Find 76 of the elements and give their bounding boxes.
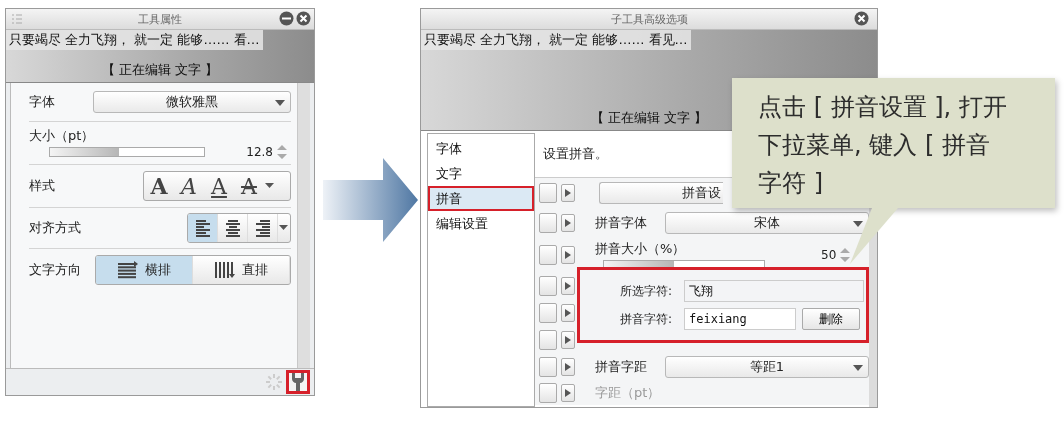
expand-button[interactable] bbox=[561, 276, 575, 295]
ruby-spacing-label: 拼音字距 bbox=[595, 358, 648, 376]
callout-text: 点击 [ 拼音设置 ], 打开下拉菜单, 键入 [ 拼音字符 ] bbox=[758, 92, 1008, 199]
size-label: 大小（pt） bbox=[29, 127, 96, 145]
ruby-font-label: 拼音字体 bbox=[595, 214, 648, 232]
expand-button[interactable] bbox=[561, 330, 575, 349]
checkbox[interactable] bbox=[539, 275, 557, 296]
font-label: 字体 bbox=[29, 93, 55, 111]
play-icon bbox=[565, 189, 571, 197]
align-left-button[interactable] bbox=[188, 214, 218, 242]
window-title: 工具属性 bbox=[138, 11, 182, 27]
expand-button[interactable] bbox=[561, 303, 575, 322]
close-icon[interactable] bbox=[296, 11, 311, 26]
ruby-chars-field[interactable]: feixiang bbox=[684, 308, 796, 330]
direction-label: 文字方向 bbox=[29, 261, 81, 279]
delete-button[interactable]: 删除 bbox=[802, 308, 860, 330]
horizontal-text-button[interactable]: 横排 bbox=[96, 256, 193, 284]
horizontal-lines-icon bbox=[117, 261, 139, 279]
ruby-chars-label: 拼音字符: bbox=[620, 310, 674, 328]
ruby-settings-button[interactable]: 拼音设 bbox=[599, 182, 723, 204]
editing-caption: 【 正在编辑 文字 】 bbox=[101, 61, 219, 79]
ruby-size-value: 50 bbox=[821, 248, 837, 262]
ruby-font-dropdown[interactable]: 宋体 bbox=[665, 212, 869, 234]
ruby-spacing-dropdown[interactable]: 等距1 bbox=[665, 356, 869, 378]
align-icon bbox=[224, 219, 241, 237]
selected-chars-field[interactable]: 飞翔 bbox=[684, 280, 864, 302]
minimize-icon[interactable] bbox=[279, 11, 294, 26]
checkbox[interactable] bbox=[539, 302, 557, 323]
align-icon bbox=[254, 219, 271, 237]
size-value: 12.8 bbox=[246, 145, 273, 159]
close-icon[interactable] bbox=[854, 11, 869, 26]
play-icon bbox=[565, 251, 571, 259]
expand-button[interactable] bbox=[561, 358, 575, 376]
checkbox[interactable] bbox=[539, 329, 557, 350]
play-icon bbox=[565, 219, 571, 227]
font-dropdown[interactable]: 微软雅黑 bbox=[93, 91, 291, 113]
category-item[interactable]: 拼音 bbox=[428, 186, 534, 211]
strike-button[interactable]: A bbox=[234, 172, 264, 200]
size-slider[interactable] bbox=[49, 147, 205, 157]
ruby-size-label: 拼音大小（%） bbox=[595, 240, 687, 258]
spacing-label: 字距（pt） bbox=[595, 384, 661, 402]
window-title: 子工具高级选项 bbox=[610, 11, 688, 27]
sample-text: 只要竭尽 全力飞翔， 就一定 能够…… 看见… bbox=[421, 30, 691, 50]
expand-button[interactable] bbox=[561, 214, 575, 232]
play-icon bbox=[565, 308, 571, 317]
section-heading: 设置拼音。 bbox=[543, 145, 608, 163]
expand-button[interactable] bbox=[561, 246, 575, 264]
vertical-lines-icon bbox=[214, 261, 236, 279]
italic-button[interactable]: A bbox=[174, 172, 204, 200]
checkbox[interactable] bbox=[539, 213, 557, 233]
checkbox[interactable] bbox=[539, 357, 557, 377]
play-icon bbox=[565, 363, 571, 371]
expand-button[interactable] bbox=[561, 384, 575, 402]
align-label: 对齐方式 bbox=[29, 219, 81, 237]
caret-icon bbox=[275, 100, 285, 106]
caret-icon bbox=[853, 365, 863, 371]
caret-icon bbox=[853, 221, 863, 227]
play-icon bbox=[565, 335, 571, 344]
settings-button[interactable] bbox=[286, 370, 310, 394]
checkbox[interactable] bbox=[539, 383, 557, 403]
loading-spinner-icon bbox=[266, 374, 282, 390]
editing-caption: 【 正在编辑 文字 】 bbox=[590, 109, 708, 127]
bold-button[interactable]: A bbox=[144, 172, 174, 200]
underline-button[interactable]: A bbox=[204, 172, 234, 200]
sample-text: 只要竭尽 全力飞翔， 就一定 能够…… 看… bbox=[6, 30, 263, 50]
selected-chars-label: 所选字符: bbox=[620, 282, 674, 300]
expand-button[interactable] bbox=[561, 184, 575, 202]
align-icon bbox=[194, 219, 211, 237]
style-label: 样式 bbox=[29, 177, 55, 195]
wrench-icon bbox=[291, 373, 305, 391]
scrollbar[interactable] bbox=[297, 83, 310, 368]
play-icon bbox=[565, 281, 571, 290]
checkbox[interactable] bbox=[539, 245, 557, 265]
checkbox[interactable] bbox=[539, 183, 557, 203]
vertical-text-button[interactable]: 直排 bbox=[193, 256, 290, 284]
play-icon bbox=[565, 389, 571, 397]
